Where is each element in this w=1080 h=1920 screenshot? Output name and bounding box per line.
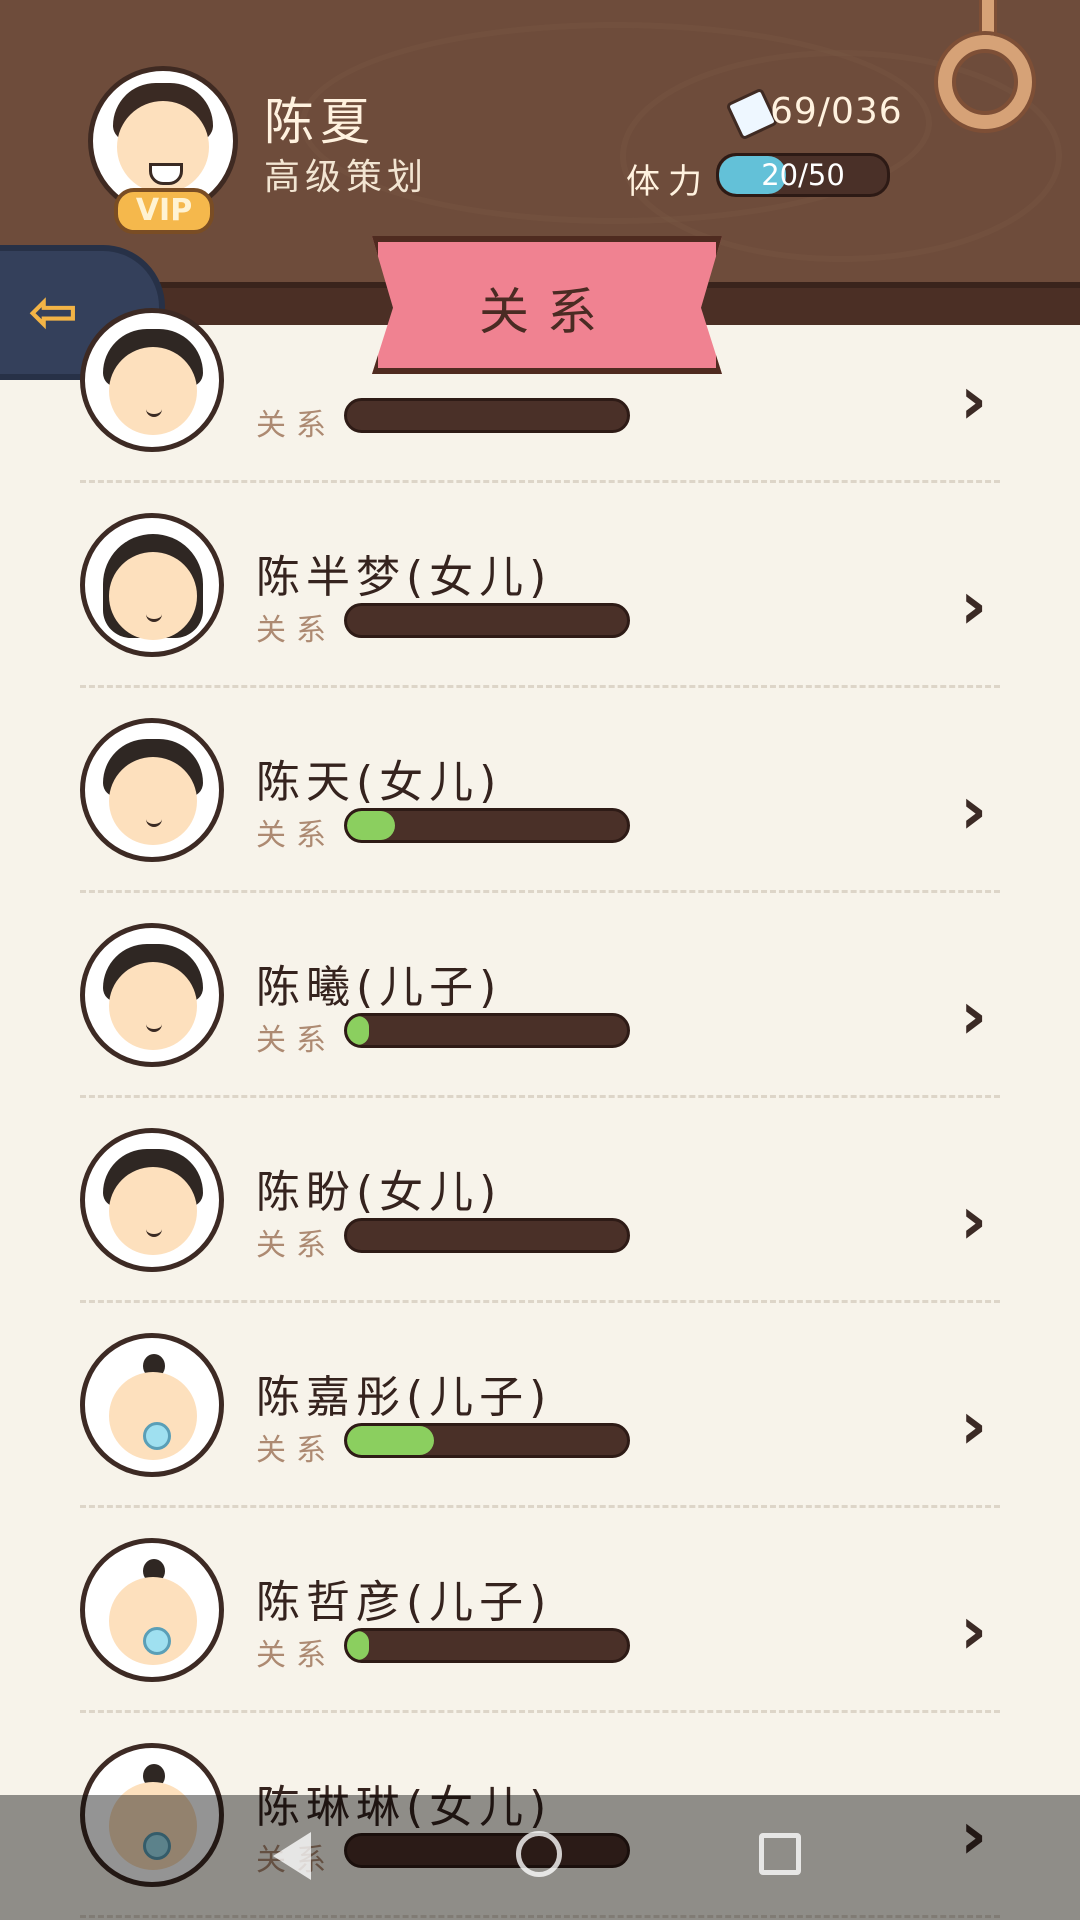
child-avatar <box>80 1333 224 1477</box>
relation-fill <box>347 1631 370 1660</box>
nav-recents-icon[interactable] <box>759 1833 801 1875</box>
relation-label: 关系 <box>256 613 336 648</box>
relation-label: 关系 <box>256 818 336 853</box>
list-item[interactable]: 陈哲彦(儿子) 关系 › <box>80 1508 1000 1713</box>
child-name: 陈哲彦(儿子) <box>256 1577 553 1628</box>
relation-bar <box>344 603 630 638</box>
child-avatar <box>80 1128 224 1272</box>
relation-fill <box>347 1016 370 1045</box>
child-avatar <box>80 923 224 1067</box>
relation-bar <box>344 1013 630 1048</box>
pacifier-icon <box>143 1627 171 1655</box>
relation-bar <box>344 1218 630 1253</box>
child-avatar <box>80 1538 224 1682</box>
list-item[interactable]: 关系 › <box>80 278 1000 483</box>
child-name: 陈半梦(女儿) <box>256 552 553 603</box>
face-shape <box>109 962 197 1050</box>
chevron-right-icon[interactable]: › <box>960 1592 987 1669</box>
relation-bar <box>344 1423 630 1458</box>
relation-fill <box>347 811 395 840</box>
child-name: 陈天(女儿) <box>256 757 503 808</box>
chevron-right-icon[interactable]: › <box>960 362 987 439</box>
child-name: 陈曦(儿子) <box>256 962 503 1013</box>
pacifier-icon <box>143 1422 171 1450</box>
relation-bar <box>344 398 630 433</box>
relation-label: 关系 <box>256 408 336 443</box>
list-item[interactable]: 陈嘉彤(儿子) 关系 › <box>80 1303 1000 1508</box>
relationship-list: 关系 › 陈半梦(女儿) 关系 › 陈天(女儿) 关系 › 陈曦(儿子) 关系 › 陈盼(女儿) 关系 ›… <box>0 0 1080 1920</box>
chevron-right-icon[interactable]: › <box>960 977 987 1054</box>
chevron-right-icon[interactable]: › <box>960 1182 987 1259</box>
face-shape <box>109 757 197 845</box>
nav-back-icon[interactable] <box>273 1832 311 1880</box>
face-shape <box>109 552 197 640</box>
face-shape <box>109 347 197 435</box>
system-nav-bar <box>0 1795 1080 1920</box>
relation-label: 关系 <box>256 1638 336 1673</box>
child-avatar <box>80 308 224 452</box>
relation-bar <box>344 808 630 843</box>
chevron-right-icon[interactable]: › <box>960 567 987 644</box>
list-item[interactable]: 陈曦(儿子) 关系 › <box>80 893 1000 1098</box>
child-avatar <box>80 513 224 657</box>
child-name: 陈嘉彤(儿子) <box>256 1372 553 1423</box>
relation-label: 关系 <box>256 1023 336 1058</box>
relation-label: 关系 <box>256 1433 336 1468</box>
nav-home-icon[interactable] <box>516 1831 562 1877</box>
face-shape <box>109 1167 197 1255</box>
chevron-right-icon[interactable]: › <box>960 1387 987 1464</box>
list-item[interactable]: 陈天(女儿) 关系 › <box>80 688 1000 893</box>
child-avatar <box>80 718 224 862</box>
list-item[interactable]: 陈半梦(女儿) 关系 › <box>80 483 1000 688</box>
relation-label: 关系 <box>256 1228 336 1263</box>
chevron-right-icon[interactable]: › <box>960 772 987 849</box>
list-item[interactable]: 陈盼(女儿) 关系 › <box>80 1098 1000 1303</box>
relation-bar <box>344 1628 630 1663</box>
child-name: 陈盼(女儿) <box>256 1167 503 1218</box>
relation-fill <box>347 1426 434 1455</box>
